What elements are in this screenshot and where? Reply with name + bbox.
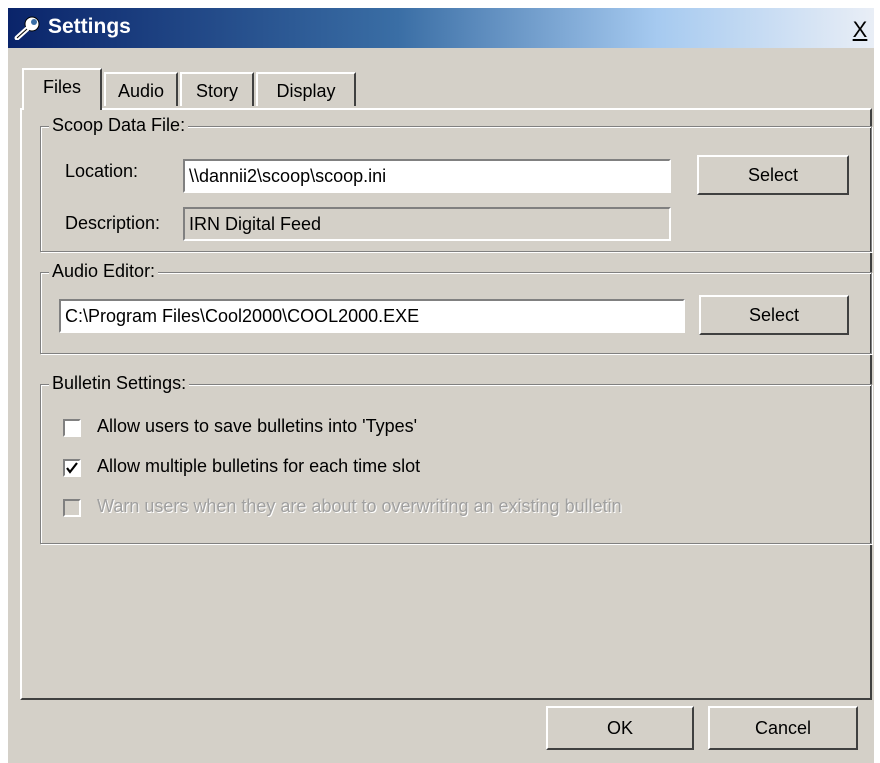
warn-overwrite-label: Warn users when they are about to overwr…	[97, 496, 622, 516]
audio-editor-legend: Audio Editor:	[49, 261, 159, 282]
bulletin-settings-group: Bulletin Settings: Allow users to save b…	[40, 373, 872, 544]
cancel-button[interactable]: Cancel	[708, 706, 858, 750]
settings-window: Settings X Files Audio Story Display Sco…	[8, 8, 874, 763]
bulletin-settings-legend: Bulletin Settings:	[49, 373, 190, 394]
location-label: Location:	[65, 161, 139, 181]
tab-display[interactable]: Display	[256, 72, 356, 106]
tab-files[interactable]: Files	[22, 68, 102, 110]
audio-editor-select-button[interactable]: Select	[699, 295, 849, 335]
scoop-select-button[interactable]: Select	[697, 155, 849, 195]
scoop-data-file-group: Scoop Data File: Location: \\dannii2\sco…	[40, 115, 872, 252]
audio-editor-group: Audio Editor: C:\Program Files\Cool2000\…	[40, 261, 872, 354]
scoop-data-file-legend: Scoop Data File:	[49, 115, 189, 136]
save-types-label[interactable]: Allow users to save bulletins into 'Type…	[97, 416, 417, 437]
save-types-checkbox[interactable]	[63, 419, 81, 437]
window-title: Settings	[48, 15, 131, 38]
description-label: Description:	[65, 213, 161, 233]
title-bar[interactable]: Settings X	[8, 8, 874, 48]
warn-overwrite-checkbox	[63, 499, 81, 517]
multiple-bulletins-label[interactable]: Allow multiple bulletins for each time s…	[97, 456, 420, 477]
multiple-bulletins-checkbox[interactable]	[63, 459, 81, 477]
close-button[interactable]: X	[850, 19, 870, 41]
checkmark-icon	[66, 462, 78, 474]
tab-story[interactable]: Story	[180, 72, 254, 106]
files-tab-panel: Scoop Data File: Location: \\dannii2\sco…	[20, 108, 872, 700]
audio-editor-path-input[interactable]: C:\Program Files\Cool2000\COOL2000.EXE	[59, 299, 685, 333]
description-field: IRN Digital Feed	[183, 207, 671, 241]
location-input[interactable]: \\dannii2\scoop\scoop.ini	[183, 159, 671, 193]
ok-button[interactable]: OK	[546, 706, 694, 750]
wrench-icon	[14, 16, 40, 40]
tab-audio[interactable]: Audio	[104, 72, 178, 106]
